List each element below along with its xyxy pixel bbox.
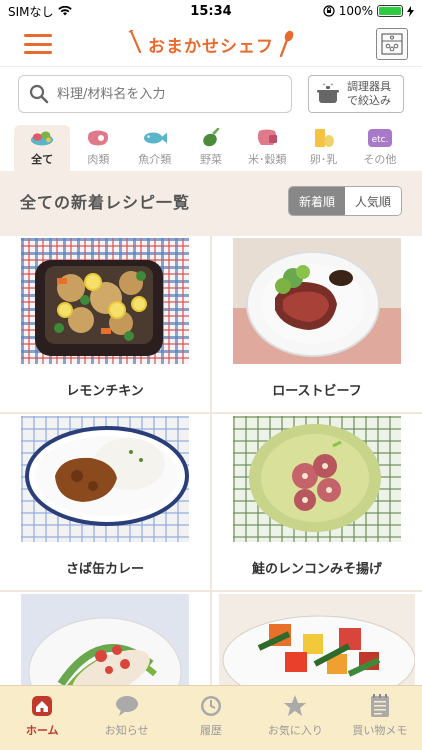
status-right: 100% bbox=[323, 4, 414, 18]
fork-icon bbox=[128, 30, 142, 54]
bottom-tab-bar: ホーム お知らせ 履歴 お気に入り 買い物メモ bbox=[0, 685, 422, 750]
charging-icon bbox=[407, 5, 414, 17]
notepad-icon bbox=[368, 694, 392, 718]
sort-popular-button[interactable]: 人気順 bbox=[344, 187, 401, 215]
app-title: おまかせシェフ bbox=[148, 36, 274, 57]
pot-icon bbox=[317, 83, 339, 103]
section-header: 全ての新着レシピ一覧 新着順 人気順 bbox=[0, 171, 422, 231]
tab-label: ホーム bbox=[25, 724, 59, 737]
spoon-icon bbox=[279, 30, 294, 58]
search-row: 調理器具 で絞込み bbox=[0, 66, 422, 119]
recipe-photo bbox=[21, 594, 189, 685]
appliance-filter-label: 調理器具 で絞込み bbox=[347, 80, 391, 108]
appliance-filter-button[interactable]: 調理器具 で絞込み bbox=[308, 75, 404, 113]
speech-bubble-icon bbox=[115, 694, 139, 718]
tab-label: 買い物メモ bbox=[352, 724, 408, 737]
menu-line bbox=[24, 34, 52, 37]
recipe-card[interactable]: 鮭のレンコンみそ揚げ bbox=[212, 414, 422, 590]
orientation-lock-icon bbox=[323, 5, 335, 17]
recipe-photo bbox=[219, 594, 415, 685]
recipe-card[interactable]: レモンチキン bbox=[0, 236, 210, 412]
menu-button[interactable] bbox=[24, 34, 52, 54]
battery-icon bbox=[377, 5, 403, 17]
category-seafood[interactable]: 魚介類 bbox=[127, 125, 183, 171]
tab-label: お知らせ bbox=[104, 724, 149, 737]
app-logo: おまかせシェフ bbox=[0, 30, 422, 58]
recipe-photo bbox=[21, 238, 189, 364]
recipe-card[interactable] bbox=[0, 592, 210, 685]
tab-news[interactable]: お知らせ bbox=[84, 686, 168, 750]
search-input[interactable] bbox=[57, 86, 281, 102]
appliance-label-line1: 調理器具 bbox=[347, 80, 391, 93]
category-label: 全て bbox=[31, 153, 54, 166]
app-header: おまかせシェフ bbox=[0, 22, 422, 66]
fridge-icon bbox=[381, 33, 403, 55]
recipe-card[interactable]: さば缶カレー bbox=[0, 414, 210, 590]
tab-favorites[interactable]: お気に入り bbox=[253, 686, 337, 750]
search-icon bbox=[29, 84, 49, 104]
tab-home[interactable]: ホーム bbox=[0, 686, 84, 750]
appliance-label-line2: で絞込み bbox=[347, 94, 391, 107]
battery-percent: 100% bbox=[338, 4, 373, 18]
search-box[interactable] bbox=[18, 75, 292, 113]
recipe-card[interactable]: ローストビーフ bbox=[212, 236, 422, 412]
category-meat[interactable]: 肉類 bbox=[70, 125, 126, 171]
status-bar: SIMなし 15:34 100% bbox=[0, 0, 422, 22]
tab-history[interactable]: 履歴 bbox=[169, 686, 253, 750]
recipe-grid: レモンチキン ローストビーフ さば缶カレー 鮭のレンコンみそ揚げ bbox=[0, 236, 422, 685]
recipe-photo bbox=[233, 416, 401, 542]
recipe-title: さば缶カレー bbox=[65, 562, 144, 577]
recipe-title: ローストビーフ bbox=[272, 384, 362, 399]
category-label: 米･穀類 bbox=[248, 153, 287, 166]
star-icon bbox=[283, 694, 307, 718]
category-other[interactable]: etc. その他 bbox=[352, 125, 408, 171]
sort-toggle: 新着順 人気順 bbox=[287, 186, 402, 216]
fridge-button[interactable] bbox=[376, 28, 408, 60]
fish-icon bbox=[143, 129, 167, 147]
all-food-icon bbox=[30, 129, 54, 147]
category-label: 野菜 bbox=[199, 153, 222, 166]
tab-label: 履歴 bbox=[200, 724, 223, 737]
category-egg-dairy[interactable]: 卵･乳 bbox=[295, 125, 351, 171]
recipe-photo bbox=[233, 238, 401, 364]
etc-icon: etc. bbox=[367, 129, 392, 147]
tab-label: お気に入り bbox=[267, 724, 323, 737]
wifi-icon bbox=[57, 6, 72, 16]
category-vegetables[interactable]: 野菜 bbox=[183, 125, 239, 171]
category-label: 魚介類 bbox=[138, 153, 172, 166]
recipe-photo bbox=[21, 416, 189, 542]
status-left: SIMなし bbox=[8, 3, 72, 20]
category-label: その他 bbox=[363, 153, 397, 166]
tab-shopping-memo[interactable]: 買い物メモ bbox=[338, 686, 422, 750]
category-tabs: 全て 肉類 魚介類 野菜 米･穀類 卵･乳 etc. その他 bbox=[0, 119, 422, 171]
home-icon bbox=[30, 694, 54, 718]
menu-line bbox=[24, 51, 52, 54]
carrier-label: SIMなし bbox=[8, 4, 54, 19]
category-rice-grains[interactable]: 米･穀類 bbox=[239, 125, 295, 171]
clock-icon bbox=[199, 694, 223, 718]
recipe-title: レモンチキン bbox=[66, 384, 144, 399]
battery-fill bbox=[379, 7, 401, 15]
section-title: 全ての新着レシピ一覧 bbox=[20, 193, 191, 212]
rice-icon bbox=[255, 129, 279, 147]
category-label: 肉類 bbox=[87, 153, 110, 166]
category-label: 卵･乳 bbox=[309, 153, 338, 166]
eggplant-icon bbox=[199, 128, 223, 147]
sort-new-button[interactable]: 新着順 bbox=[288, 187, 345, 215]
egg-milk-icon bbox=[312, 129, 336, 147]
recipe-title: 鮭のレンコンみそ揚げ bbox=[251, 562, 382, 577]
menu-line bbox=[24, 42, 52, 46]
recipe-card[interactable] bbox=[212, 592, 422, 685]
svg-text:etc.: etc. bbox=[371, 135, 388, 145]
category-all[interactable]: 全て bbox=[14, 125, 71, 171]
meat-icon bbox=[86, 129, 110, 147]
